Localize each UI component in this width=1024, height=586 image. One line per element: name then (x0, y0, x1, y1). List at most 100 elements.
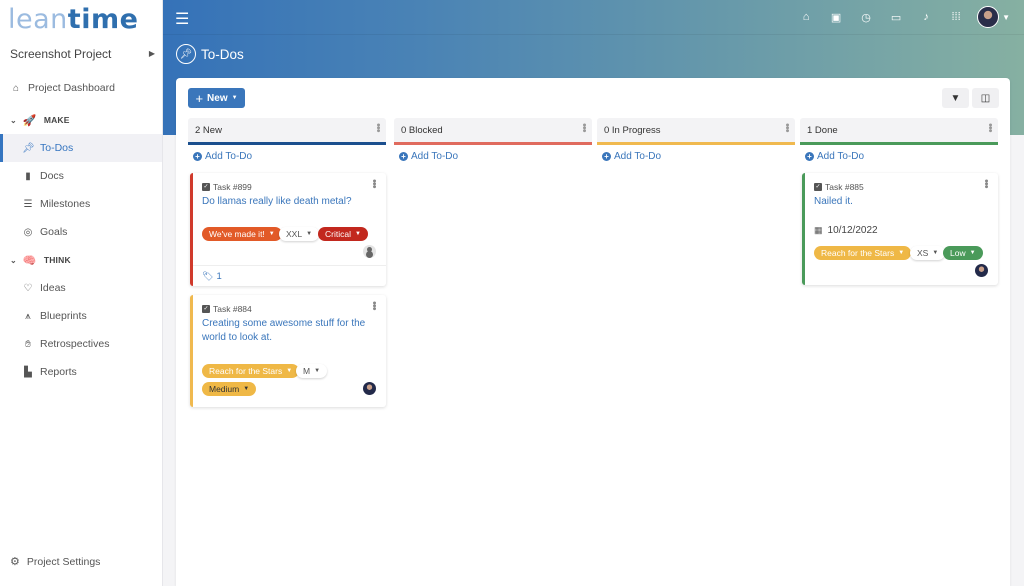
kebab-menu-icon[interactable]: ••• (980, 179, 992, 188)
pin-icon: 📌︎ (22, 142, 35, 154)
assignee-avatar[interactable] (363, 245, 376, 258)
add-todo-link[interactable]: + Add To-Do (399, 151, 592, 162)
assignee-avatar[interactable] (363, 382, 376, 395)
new-button[interactable]: + New ▼ (188, 88, 245, 108)
task-title[interactable]: Do llamas really like death metal? (202, 195, 372, 209)
caret-down-icon: ▼ (286, 368, 293, 374)
home-icon[interactable]: ⌂ (791, 11, 821, 23)
gear-icon: ⚙ (10, 556, 20, 568)
project-selector[interactable]: Screenshot Project ▶ (10, 47, 155, 61)
add-todo-link[interactable]: + Add To-Do (602, 151, 795, 162)
sidebar-item-docs[interactable]: ▮ Docs (0, 162, 162, 190)
rocket-icon: 🚀 (22, 114, 37, 127)
hand-icon: ✋︎ (25, 338, 31, 350)
kebab-menu-icon[interactable]: ••• (372, 123, 384, 132)
task-title[interactable]: Nailed it. (814, 195, 984, 209)
checkbox-icon: ✓ (202, 183, 210, 191)
plus-circle-icon: + (399, 152, 408, 161)
effort-dropdown[interactable]: M ▼ (296, 364, 328, 378)
sliders-icon: ☰ (23, 198, 33, 210)
effort-dropdown[interactable]: XS ▼ (910, 246, 946, 260)
kanban-column-blocked: 0 Blocked ••• + Add To-Do (394, 118, 592, 162)
add-todo-link[interactable]: + Add To-Do (805, 151, 998, 162)
caret-down-icon: ▼ (932, 250, 939, 256)
column-header: 0 Blocked ••• (394, 118, 592, 142)
sidebar-item-reports[interactable]: ▙ Reports (0, 358, 162, 386)
checkbox-icon: ✓ (814, 183, 822, 191)
leantime-logo[interactable]: leantime (8, 4, 138, 35)
bell-icon[interactable]: ♪ (911, 11, 941, 23)
column-color-bar (597, 142, 795, 145)
task-card[interactable]: ✓ Task #884 ••• Creating some awesome stu… (190, 295, 386, 407)
priority-dropdown[interactable]: Low ▼ (943, 246, 983, 260)
clock-icon[interactable]: ◷ (851, 11, 881, 24)
priority-dropdown[interactable]: Medium ▼ (202, 382, 257, 396)
sidebar-item-retrospectives[interactable]: ✋︎ Retrospectives (0, 330, 162, 358)
caret-down-icon: ▼ (268, 231, 275, 237)
caret-down-icon: ▼ (969, 250, 976, 256)
apps-grid-icon[interactable]: ⁞⁞⁞ (941, 11, 971, 23)
add-todo-link[interactable]: + Add To-Do (193, 151, 386, 162)
caret-down-icon: ▼ (306, 231, 313, 237)
milestone-dropdown[interactable]: Reach for the Stars ▼ (814, 246, 912, 260)
caret-right-icon: ▶ (148, 49, 155, 58)
kanban-column-new: 2 New ••• + Add To-Do ✓ Task #899 ••• Do … (188, 118, 386, 407)
due-date[interactable]: ▦ 10/12/2022 (814, 225, 878, 236)
kebab-menu-icon[interactable]: ••• (368, 179, 380, 188)
chevron-down-icon: ⌄ (10, 255, 17, 265)
checkbox-icon: ✓ (202, 305, 210, 313)
caret-down-icon[interactable]: ▼ (1002, 13, 1010, 22)
effort-dropdown[interactable]: XXL ▼ (279, 227, 320, 241)
kebab-menu-icon[interactable]: ••• (781, 123, 793, 132)
hamburger-menu-icon[interactable]: ☰ (175, 9, 189, 29)
chevron-down-icon: ⌄ (10, 115, 17, 125)
calendar-icon[interactable]: ▭ (881, 11, 911, 24)
milestone-dropdown[interactable]: We've made it! ▼ (202, 227, 282, 241)
sidebar-item-blueprints[interactable]: ⩚ Blueprints (0, 302, 162, 330)
caret-down-icon: ▼ (231, 95, 238, 101)
section-think[interactable]: ⌄ 🧠 THINK (0, 246, 162, 274)
caret-down-icon: ▼ (243, 386, 250, 392)
column-color-bar (800, 142, 998, 145)
chart-icon: ▙ (24, 366, 32, 378)
kebab-menu-icon[interactable]: ••• (368, 301, 380, 310)
priority-dropdown[interactable]: Critical ▼ (318, 227, 368, 241)
columns-view-button[interactable]: ◫ (972, 88, 999, 108)
milestone-dropdown[interactable]: Reach for the Stars ▼ (202, 364, 300, 378)
sidebar-nav: ⌂ Project Dashboard ⌄ 🚀 MAKE 📌︎ To-Dos ▮… (0, 78, 162, 386)
tag-count[interactable]: 1 (216, 271, 221, 282)
plus-circle-icon: + (602, 152, 611, 161)
sidebar-item-ideas[interactable]: ♡ Ideas (0, 274, 162, 302)
pin-icon: 📌︎ (176, 44, 196, 64)
sidebar-item-project-dashboard[interactable]: ⌂ Project Dashboard (0, 78, 162, 98)
section-make[interactable]: ⌄ 🚀 MAKE (0, 106, 162, 134)
lightbulb-icon: ♡ (23, 282, 33, 294)
briefcase-icon[interactable]: ▣ (821, 11, 851, 24)
kebab-menu-icon[interactable]: ••• (578, 123, 590, 132)
tag-icon: 🏷︎ (202, 270, 214, 281)
sidebar-item-goals[interactable]: ◎ Goals (0, 218, 162, 246)
column-header: 2 New ••• (188, 118, 386, 142)
task-card[interactable]: ✓ Task #885 ••• Nailed it. ▦ 10/12/2022 R… (802, 173, 998, 285)
column-color-bar (188, 142, 386, 145)
assignee-avatar[interactable] (975, 264, 988, 277)
user-avatar[interactable] (977, 6, 1000, 28)
column-header: 1 Done ••• (800, 118, 998, 142)
kebab-menu-icon[interactable]: ••• (984, 123, 996, 132)
filter-icon: ▼ (950, 92, 961, 104)
filter-button[interactable]: ▼ (942, 88, 969, 108)
sidebar-item-milestones[interactable]: ☰ Milestones (0, 190, 162, 218)
sidebar-item-project-settings[interactable]: ⚙ Project Settings (10, 555, 100, 569)
compass-icon: ⩚ (25, 310, 31, 322)
caret-down-icon: ▼ (898, 250, 905, 256)
task-card[interactable]: ✓ Task #899 ••• Do llamas really like dea… (190, 173, 386, 286)
columns-icon: ◫ (980, 92, 991, 104)
sidebar-item-to-dos[interactable]: 📌︎ To-Dos (0, 134, 162, 162)
task-title[interactable]: Creating some awesome stuff for the worl… (202, 317, 372, 345)
book-icon: ▮ (25, 170, 31, 182)
kanban-column-done: 1 Done ••• + Add To-Do ✓ Task #885 ••• Na… (800, 118, 998, 285)
kanban-panel: + New ▼ ▼ ◫ 2 New ••• + Add To-Do ✓ Task … (176, 78, 1010, 586)
page-title: 📌︎ To-Dos (176, 44, 244, 64)
caret-down-icon: ▼ (354, 231, 361, 237)
home-icon: ⌂ (12, 82, 20, 94)
